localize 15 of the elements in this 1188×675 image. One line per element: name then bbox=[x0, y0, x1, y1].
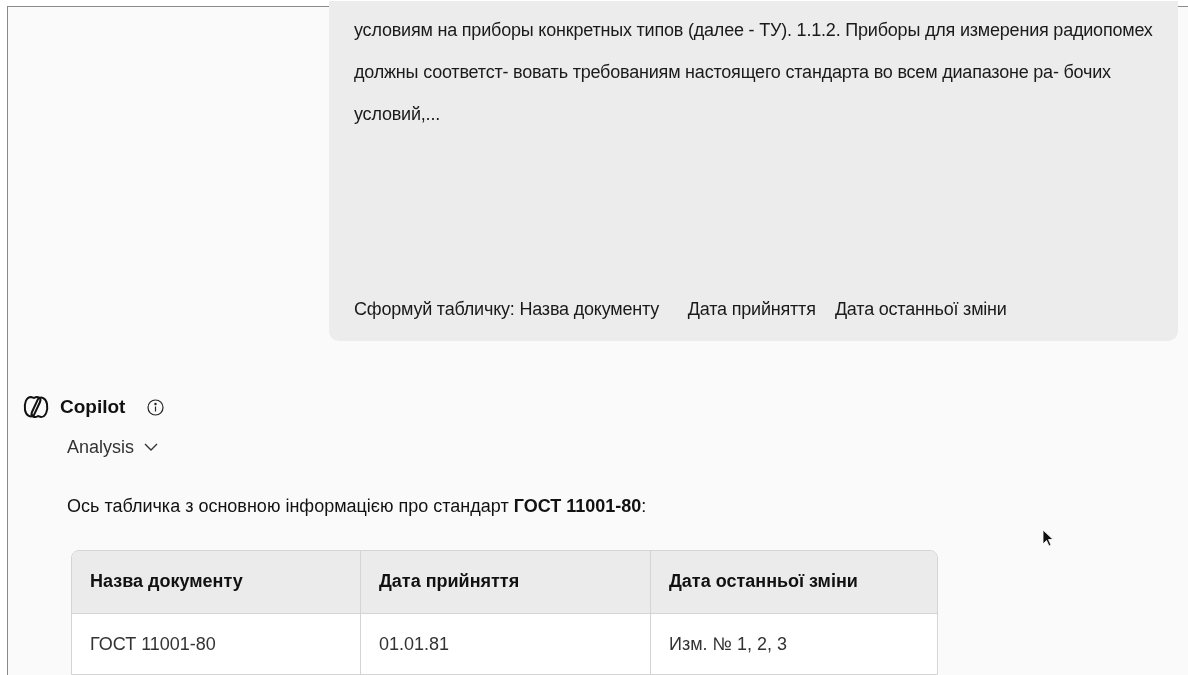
copilot-logo-icon bbox=[22, 394, 50, 421]
prompt-text: Сформуй табличку: Назва документу Дата прийняття Дата останньої зміни bbox=[354, 298, 1008, 321]
table-cell-text: ГОСТ 11001-80 bbox=[89, 633, 217, 656]
info-icon[interactable] bbox=[147, 398, 165, 416]
analysis-toggle[interactable]: Analysis bbox=[67, 433, 159, 461]
column-header: Дата прийняття bbox=[360, 550, 650, 613]
table-cell: 01.01.81 bbox=[360, 613, 650, 674]
column-header: Назва документу bbox=[89, 570, 244, 593]
table-cell: Изм. № 1, 2, 3 bbox=[650, 613, 937, 674]
column-header: Дата останньої зміни bbox=[650, 550, 937, 613]
assistant-name: Copilot bbox=[60, 395, 126, 419]
message-text: условиям на приборы конкретных типов (далее - ТУ). 1.1.2. Приборы для измерения радиопомех должны соответст- вовать требованиям настоящего стандарта во всем диапазоне ра- бочих условий,... bbox=[354, 19, 1153, 126]
chevron-icon bbox=[144, 442, 159, 452]
mouse-cursor-icon bbox=[1042, 529, 1054, 547]
intro-text: Ось табличка з основною інформацією про стандарт ГОСТ 11001-80: bbox=[67, 494, 648, 518]
